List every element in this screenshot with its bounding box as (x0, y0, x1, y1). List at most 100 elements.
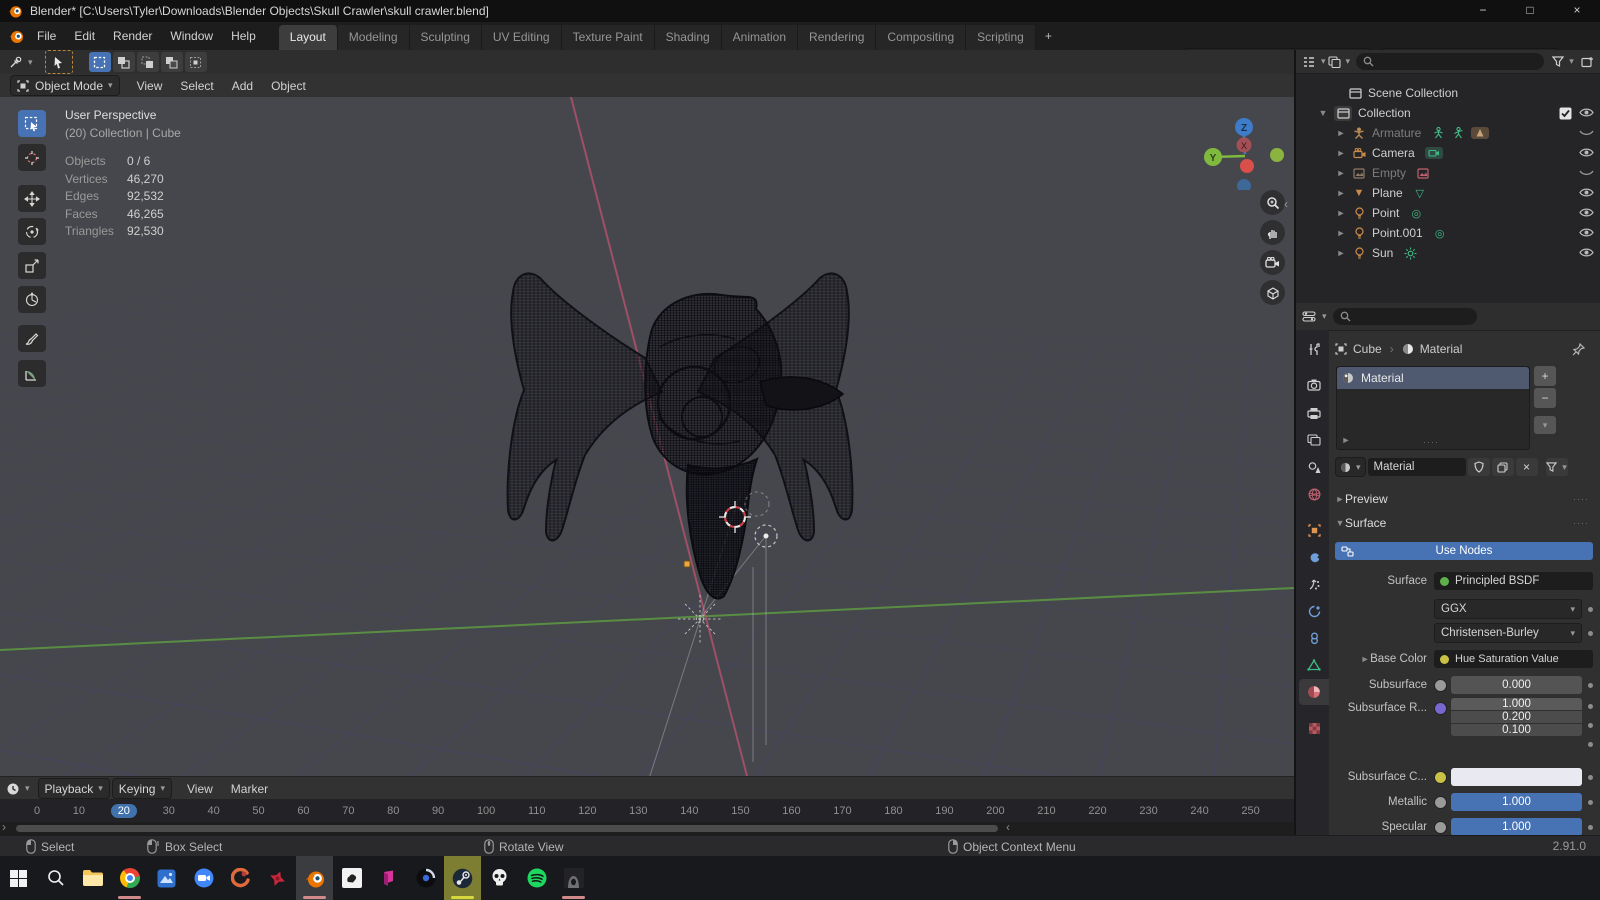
tab-physics[interactable] (1299, 598, 1329, 624)
timeline-marker-menu[interactable]: Marker (222, 779, 277, 799)
slot-list-expand[interactable]: ► (1341, 432, 1351, 446)
decorator-dot[interactable] (1588, 799, 1593, 805)
playback-menu[interactable]: Playback ▾ (37, 778, 110, 799)
taskbar-dark-circle-app[interactable] (407, 856, 444, 900)
tab-constraints[interactable] (1299, 625, 1329, 651)
viewport-menu-item[interactable]: Object (262, 76, 315, 96)
add-workspace-button[interactable]: + (1036, 25, 1061, 47)
outliner-row-point-001[interactable]: ► Point.001 ◎ (1296, 223, 1600, 243)
workspace-tab[interactable]: Texture Paint (561, 25, 655, 50)
outliner-row-sun[interactable]: ► Sun (1296, 243, 1600, 263)
select-mode-intersect[interactable] (184, 52, 207, 72)
add-slot-button[interactable]: + (1534, 366, 1556, 386)
radius-x-field[interactable]: 1.000 (1451, 698, 1582, 710)
fake-user-button[interactable] (1467, 458, 1490, 476)
workspace-tab[interactable]: Shading (654, 25, 722, 50)
distribution-dropdown[interactable]: GGX ▾ (1434, 599, 1582, 619)
outliner-display-mode-dropdown[interactable]: ▾ (1302, 52, 1326, 72)
start-button[interactable] (0, 856, 37, 900)
decorator-dot[interactable] (1588, 630, 1593, 636)
outliner-filter-dropdown[interactable]: ▾ (1327, 52, 1350, 72)
navigation-gizmo[interactable]: Z X Y (1195, 105, 1290, 190)
eye-closed-icon[interactable] (1579, 167, 1594, 178)
surface-shader-field[interactable]: Principled BSDF (1434, 572, 1593, 590)
properties-editor-type-dropdown[interactable]: ▾ (1302, 307, 1327, 327)
expand-arrow-icon[interactable]: ► (1336, 248, 1346, 258)
breadcrumb-object[interactable]: Cube (1353, 342, 1382, 356)
specular-slider[interactable]: 1.000 (1451, 818, 1582, 836)
tab-material[interactable] (1299, 679, 1329, 705)
expand-arrow-icon[interactable]: ► (1336, 128, 1346, 138)
workspace-tab[interactable]: Rendering (798, 25, 877, 50)
material-slot-list[interactable]: Material ► ···· (1336, 366, 1530, 450)
expand-arrow-icon[interactable]: ► (1360, 654, 1370, 664)
menu-item[interactable]: Help (222, 26, 265, 46)
workspace-tab[interactable]: Sculpting (409, 25, 482, 50)
sidebar-collapse-arrow[interactable]: ‹ (1284, 197, 1288, 211)
new-collection-button[interactable] (1576, 52, 1598, 72)
viewport-menu-item[interactable]: Select (171, 76, 222, 96)
breadcrumb-data[interactable]: Material (1420, 342, 1463, 356)
minimize-button[interactable]: − (1460, 0, 1506, 22)
tab-object[interactable] (1299, 517, 1329, 543)
decorator-dot[interactable] (1588, 723, 1593, 728)
tool-measure[interactable] (18, 360, 46, 387)
taskbar-search-button[interactable] (37, 856, 74, 900)
outliner-row-collection[interactable]: ▼ Collection (1296, 103, 1600, 123)
outliner-row-camera[interactable]: ► Camera (1296, 143, 1600, 163)
tab-view-layer[interactable] (1299, 427, 1329, 453)
decorator-dot[interactable] (1588, 824, 1593, 830)
menu-item[interactable]: Edit (65, 26, 104, 46)
taskbar-photos[interactable] (148, 856, 185, 900)
select-mode-new[interactable] (88, 52, 111, 72)
expand-region-arrow[interactable]: › (2, 820, 6, 834)
tab-particles[interactable] (1299, 571, 1329, 597)
material-specials-dropdown[interactable]: ▾ (1545, 458, 1568, 476)
tab-texture[interactable] (1299, 715, 1329, 741)
preview-panel-header[interactable]: ► Preview ···· (1335, 488, 1593, 510)
collapse-region-arrow[interactable]: ‹ (1006, 820, 1010, 834)
workspace-tab[interactable]: UV Editing (481, 25, 562, 50)
workspace-tab[interactable]: Compositing (876, 25, 967, 50)
eye-open-icon[interactable] (1579, 187, 1594, 198)
outliner-row-armature[interactable]: ► Armature (1296, 123, 1600, 143)
maximize-button[interactable]: □ (1507, 0, 1553, 22)
workspace-tab[interactable]: Animation (721, 25, 799, 50)
remove-slot-button[interactable]: − (1534, 388, 1556, 408)
expand-arrow-icon[interactable]: ► (1336, 148, 1346, 158)
taskbar-magenta-box-app[interactable] (370, 856, 407, 900)
outliner-row-plane[interactable]: ► ▼ Plane ▽ (1296, 183, 1600, 203)
pin-icon[interactable] (1572, 342, 1585, 356)
tool-rotate[interactable] (18, 218, 46, 245)
taskbar-red-star-app[interactable] (259, 856, 296, 900)
menu-item[interactable]: File (28, 26, 65, 46)
tool-transform[interactable] (18, 286, 46, 313)
subsurface-slider[interactable]: 0.000 (1451, 676, 1582, 694)
decorator-dot[interactable] (1588, 742, 1593, 747)
taskbar-orange-swirl-app[interactable] (222, 856, 259, 900)
eye-closed-icon[interactable] (1579, 127, 1594, 138)
taskbar-white-tile-app[interactable] (333, 856, 370, 900)
expand-arrow-icon[interactable]: ► (1336, 188, 1346, 198)
surface-panel-header[interactable]: ▼ Surface ···· (1335, 512, 1593, 534)
subsurface-color-swatch[interactable] (1451, 768, 1582, 786)
eye-open-icon[interactable] (1579, 107, 1594, 118)
expand-arrow-icon[interactable]: ► (1336, 228, 1346, 238)
camera-view-button[interactable] (1260, 250, 1285, 275)
tab-world[interactable] (1299, 481, 1329, 507)
collection-checkbox[interactable] (1559, 107, 1572, 120)
use-nodes-button[interactable]: Use Nodes (1335, 542, 1593, 560)
viewport-menu-item[interactable]: Add (223, 76, 262, 96)
decorator-dot[interactable] (1588, 774, 1593, 780)
taskbar-steam-active[interactable] (444, 856, 481, 900)
tab-tool[interactable] (1299, 336, 1329, 362)
unlink-material-button[interactable]: × (1515, 458, 1538, 476)
radius-y-field[interactable]: 0.200 (1451, 711, 1582, 723)
material-slot-selected[interactable]: Material (1337, 367, 1529, 389)
close-button[interactable]: × (1554, 0, 1600, 22)
gizmo-z-neg-axis[interactable] (1237, 179, 1251, 190)
tab-scene[interactable] (1299, 454, 1329, 480)
point-light-gizmo[interactable] (744, 491, 778, 548)
tab-output[interactable] (1299, 400, 1329, 426)
outliner-row-point[interactable]: ► Point ◎ (1296, 203, 1600, 223)
